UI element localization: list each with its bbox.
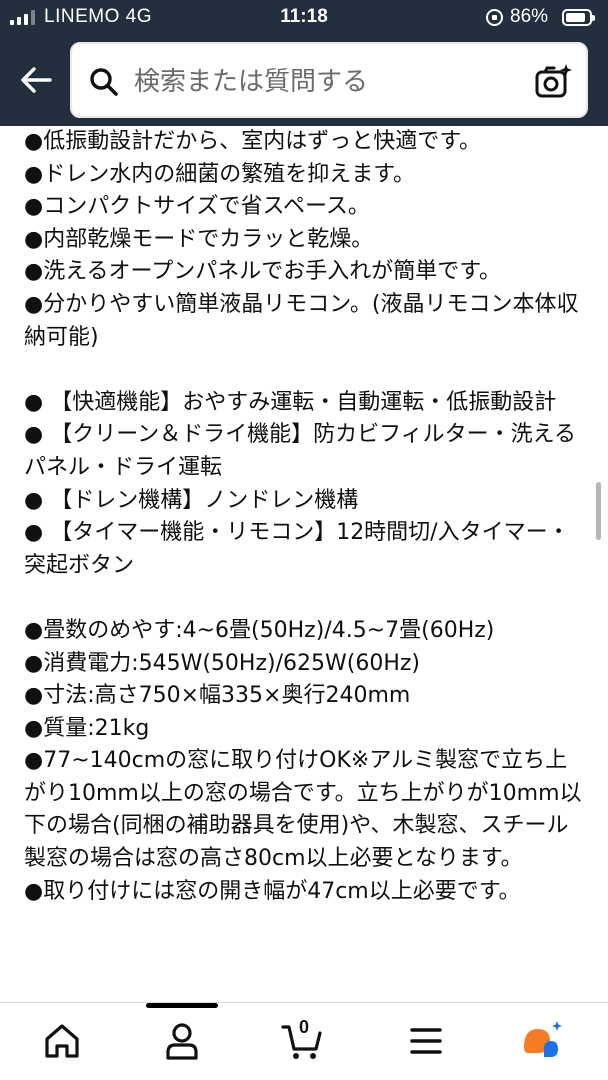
rotation-lock-icon [486,9,503,26]
spec-line: ●取り付けには窓の開き幅が47cm以上必要です。 [24,878,521,904]
feature-line: ● 【タイマー機能・リモコン】12時間切/入タイマー・突起ボタン [24,520,570,578]
product-description: ●低振動設計だから、室内はずっと快適です。 ●ドレン水内の細菌の繁殖を抑えます。… [0,126,608,1002]
spec-line: ●質量:21kg [24,715,150,741]
spec-line: ●77~140cmの窓に取り付けOK※アルミ製窓で立ち上がり10mm以上の窓の場… [24,748,582,872]
description-line: ●低振動設計だから、室内はずっと快適です。 [24,129,481,154]
search-bar[interactable] [70,42,588,118]
battery-percent: 86% [510,6,549,27]
feature-line: ● 【快適機能】おやすみ運転・自動運転・低振動設計 [24,389,557,415]
search-icon [90,68,118,96]
camera-sparkle-icon[interactable] [534,62,574,102]
account-icon[interactable] [160,1019,204,1063]
search-input[interactable] [134,62,514,102]
spec-line: ●寸法:高さ750×幅335×奥行240mm [24,683,411,709]
scrollbar-thumb[interactable] [596,482,601,540]
tab-indicator [146,1003,218,1008]
description-line: ●コンパクトサイズで省スペース。 [24,194,370,220]
description-line: ●分かりやすい簡単液晶リモコン。(液晶リモコン本体収納可能) [24,291,579,350]
status-bar: LINEMO 4G 11:18 86% [0,0,608,36]
home-icon[interactable] [40,1019,84,1063]
description-line: ●ドレン水内の細菌の繁殖を抑えます。 [24,161,415,187]
back-arrow-icon[interactable] [16,60,56,100]
description-line: ●内部乾燥モードでカラッと乾燥。 [24,226,374,252]
cart-button[interactable]: 0 [280,1017,324,1063]
feature-line: ● 【クリーン＆ドライ機能】防カビフィルター・洗えるパネル・ドライ運転 [24,422,576,480]
cart-count: 0 [298,1017,309,1037]
feature-line: ● 【ドレン機構】ノンドレン機構 [24,487,359,513]
battery-icon [562,9,595,26]
rufus-ai-icon[interactable] [520,1019,564,1063]
menu-icon[interactable] [404,1019,448,1063]
spec-line: ●畳数のめやす:4~6畳(50Hz)/4.5~7畳(60Hz) [24,617,495,643]
app-header [0,36,608,126]
description-line: ●洗えるオープンパネルでお手入れが簡単です。 [24,259,502,285]
bottom-navigation: 0 [0,1002,608,1080]
spec-line: ●消費電力:545W(50Hz)/625W(60Hz) [24,650,421,676]
